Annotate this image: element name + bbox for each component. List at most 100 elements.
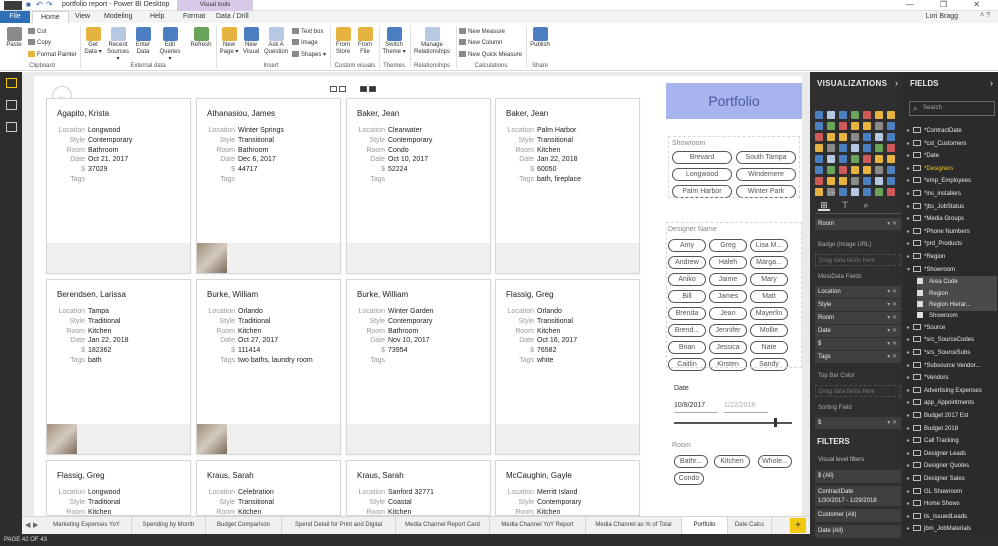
image-button[interactable]: Image [292,39,318,46]
field-table[interactable]: ▸ *emp_Employees [907,175,997,187]
view-toggle[interactable] [330,86,378,94]
room-option[interactable]: Bathr... [674,455,708,468]
project-photo[interactable] [197,424,227,454]
visual-type-icon[interactable] [839,155,847,163]
project-card[interactable]: Athanasiou, James Location Winter Springs S… [196,98,341,274]
visual-type-icon[interactable] [875,166,883,174]
metadata-field[interactable]: Tags ▾ ✕ [815,351,901,363]
visual-type-icon[interactable] [839,177,847,185]
field-table[interactable]: ▸ Budget 2018 [907,423,997,435]
visual-type-icon[interactable] [887,111,895,119]
visual-type-icon[interactable] [815,111,823,119]
field-table[interactable]: ▸ GL Showroom [907,486,997,498]
copy-button[interactable]: Copy [28,39,51,46]
visual-type-icon[interactable] [887,122,895,130]
add-page-button[interactable]: + [790,518,806,533]
model-view-icon[interactable] [6,122,17,132]
date-end-input[interactable]: 1/22/2018 [724,398,768,413]
visual-type-icon[interactable] [827,177,835,185]
metadata-field[interactable]: $ ▾ ✕ [815,338,901,350]
page-tab[interactable]: Media Channel YoY Report [490,517,586,534]
collapse-arrow-icon[interactable]: › [990,78,993,88]
checkbox[interactable] [917,301,923,307]
page-tab[interactable]: Date Calcs [728,517,772,534]
list-view-icon[interactable] [359,86,367,92]
field-column[interactable]: Showroom [917,310,997,322]
field-table[interactable]: ▸ Designer Quotes [907,460,997,472]
metadata-field[interactable]: Location ▾ ✕ [815,286,901,298]
new-column-button[interactable]: New Column [459,39,502,46]
field-dropdown-icon[interactable]: ▾ ✕ [887,286,897,298]
visual-type-icon[interactable] [863,122,871,130]
visual-type-icon[interactable] [851,111,859,119]
field-table[interactable]: ▸ *ContractDate [907,125,997,137]
visual-type-icon[interactable] [851,122,859,130]
metadata-field[interactable]: Style ▾ ✕ [815,299,901,311]
field-table[interactable]: ▾ *Showroom [907,264,997,276]
visual-type-icon[interactable] [827,133,835,141]
visual-type-icon[interactable] [887,166,895,174]
visual-type-icon[interactable] [815,133,823,141]
visual-type-icon[interactable] [827,166,835,174]
field-table[interactable]: ▸ *Phone Numbers [907,226,997,238]
new-page-button[interactable]: New Page ▾ [219,27,239,56]
field-table[interactable]: ▸ *Media Groups [907,213,997,225]
tab-data-drill[interactable]: Data / Drill [216,13,249,20]
field-table[interactable]: ▸ *Vendors [907,372,997,384]
page-tab[interactable]: Marketing Expenses YoY [42,517,132,534]
from-store-button[interactable]: From Store [333,27,353,56]
text-box-button[interactable]: Text box [292,28,323,35]
room-option[interactable]: Condo [674,472,704,485]
refresh-button[interactable]: Refresh [190,27,212,49]
visual-type-icon[interactable] [815,177,823,185]
fields-tab-icon[interactable]: ⊞ [818,200,830,211]
visual-type-icon[interactable] [863,111,871,119]
visual-type-icon[interactable] [851,144,859,152]
well-room[interactable]: Room ▾ ✕ [815,218,901,230]
visual-type-icon[interactable] [815,144,823,152]
visual-type-icon[interactable] [827,155,835,163]
app-menu-icon[interactable] [4,1,22,10]
visual-type-icon[interactable] [851,166,859,174]
redo-icon[interactable]: ↷ [46,0,53,9]
visual-type-icon[interactable] [815,188,823,196]
sorting-field[interactable]: $ ▾ ✕ [815,417,901,429]
filter-card[interactable]: Date (All) [815,525,901,538]
date-start-input[interactable]: 10/8/2017 [674,398,718,413]
visual-type-icon[interactable] [887,133,895,141]
project-card[interactable]: Burke, William Location Orlando Style Tradit… [196,279,341,455]
shapes-button[interactable]: Shapes ▾ [292,51,326,58]
visual-type-icon[interactable] [839,144,847,152]
visual-type-icon[interactable] [875,111,883,119]
project-card[interactable]: Baker, Jean Location Clearwater Style Contem… [346,98,491,274]
field-table[interactable]: ▸ *ins_installers [907,188,997,200]
metadata-field[interactable]: Room ▾ ✕ [815,312,901,324]
project-card[interactable]: Kraus, Sarah Location Celebration Style Tran… [196,460,341,516]
project-photo[interactable] [197,243,227,273]
field-table[interactable]: ▸ Designer Leads [907,448,997,460]
user-name[interactable]: Lori Bragg [926,13,958,20]
new-measure-button[interactable]: New Measure [459,28,505,35]
grid-view-icon[interactable] [330,86,337,92]
metadata-field[interactable]: Date ▾ ✕ [815,325,901,337]
checkbox[interactable] [917,312,923,319]
visual-type-icon[interactable] [875,122,883,130]
project-card[interactable]: Agapito, Krista Location Longwood Style Cont… [46,98,191,274]
visual-type-icon[interactable] [875,144,883,152]
format-painter-button[interactable]: Format Painter [28,51,77,58]
fields-search-input[interactable]: ⌕ Search [909,101,995,116]
report-view-icon[interactable] [6,78,17,88]
checkbox[interactable] [917,278,923,285]
visual-type-icon[interactable] [863,144,871,152]
grid-view-icon[interactable] [339,86,346,92]
enter-data-button[interactable]: Enter Data [134,27,152,56]
field-table[interactable]: ▸ Home Shows [907,498,997,510]
project-photo[interactable] [47,424,77,454]
tab-view[interactable]: View [75,13,90,20]
field-table[interactable]: ▸ *Subsource Vendor... [907,360,997,372]
tab-modeling[interactable]: Modeling [104,13,132,20]
checkbox[interactable] [917,289,923,296]
visual-type-icon[interactable] [887,144,895,152]
data-view-icon[interactable] [6,100,17,110]
page-tab[interactable]: Portfolio [682,517,728,534]
